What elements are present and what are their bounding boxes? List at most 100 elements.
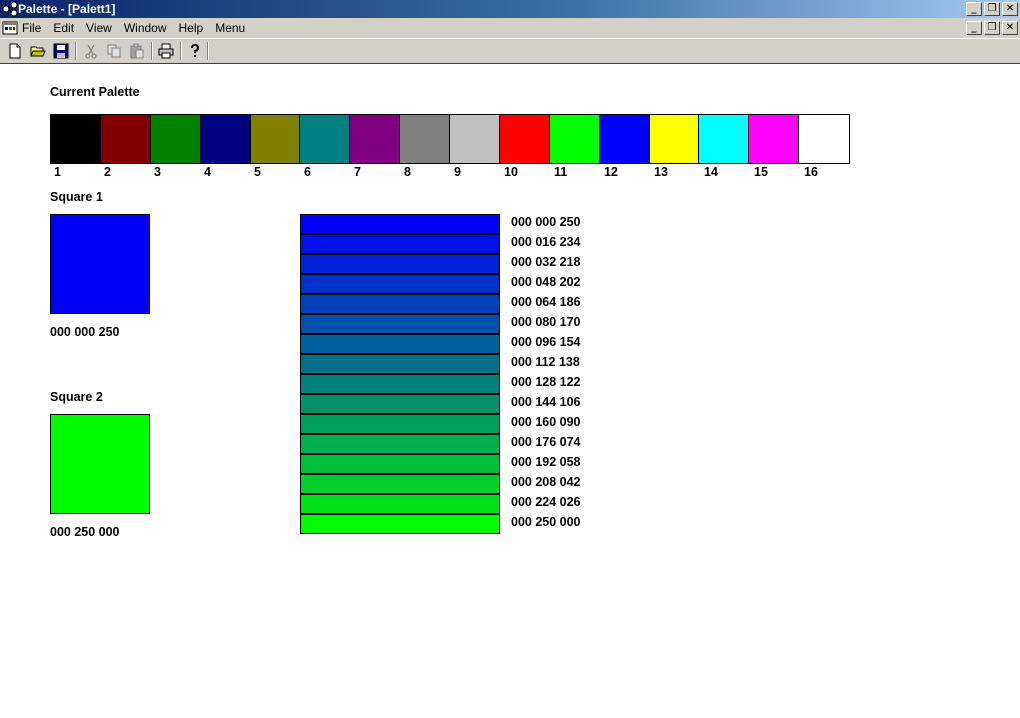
window-title: Palette - [Palett1] — [18, 2, 116, 16]
gradient-value: 000 250 000 — [511, 515, 581, 529]
palette-swatch-8[interactable] — [400, 115, 450, 163]
minimize-button[interactable]: _ — [966, 2, 982, 16]
palette-swatch-5[interactable] — [250, 115, 301, 163]
palette-swatch-12[interactable] — [599, 115, 650, 163]
palette-number: 10 — [504, 165, 518, 179]
paste-icon — [130, 43, 144, 59]
close-icon: ✕ — [1005, 22, 1015, 33]
gradient-swatch[interactable] — [300, 294, 500, 314]
gradient-swatch[interactable] — [300, 354, 500, 374]
gradient-swatch[interactable] — [300, 334, 500, 354]
toolbar-border — [0, 63, 1020, 64]
current-palette-label: Current Palette — [50, 85, 140, 99]
toolbar-separator — [75, 42, 77, 60]
menu-help[interactable]: Help — [179, 21, 204, 35]
gradient-value: 000 000 250 — [511, 215, 581, 229]
gradient-swatch[interactable] — [300, 234, 500, 254]
palette-swatch-14[interactable] — [699, 115, 750, 163]
palette-swatch-2[interactable] — [100, 115, 151, 163]
gradient-value: 000 048 202 — [511, 275, 581, 289]
palette-number: 5 — [254, 165, 261, 179]
square1-swatch[interactable] — [50, 214, 150, 314]
menu-window[interactable]: Window — [124, 21, 167, 35]
open-icon — [30, 46, 46, 57]
palette-swatch-10[interactable] — [499, 115, 550, 163]
gradient-value: 000 064 186 — [511, 295, 581, 309]
gradient-value: 000 032 218 — [511, 255, 581, 269]
palette-number: 14 — [704, 165, 718, 179]
document-icon[interactable] — [2, 20, 18, 36]
toolbar-separator — [207, 42, 209, 60]
palette-number: 7 — [354, 165, 361, 179]
menu-view[interactable]: View — [86, 21, 112, 35]
minimize-icon: _ — [971, 22, 977, 33]
close-icon: ✕ — [1005, 3, 1015, 14]
palette-numbers: 1 2 3 4 5 6 7 8 9 10 11 12 13 14 15 16 — [50, 165, 850, 181]
copy-icon — [107, 44, 121, 58]
menu-menu[interactable]: Menu — [215, 21, 245, 35]
palette-number: 1 — [54, 165, 61, 179]
palette-swatch-13[interactable] — [649, 115, 700, 163]
gradient-swatch[interactable] — [300, 414, 500, 434]
gradient-value: 000 144 106 — [511, 395, 581, 409]
palette-swatch-7[interactable] — [350, 115, 401, 163]
doc-restore-button[interactable]: ❐ — [984, 21, 1000, 35]
help-button[interactable] — [184, 41, 206, 61]
restore-button[interactable]: ❐ — [984, 2, 1000, 16]
gradient-swatch[interactable] — [300, 254, 500, 274]
gradient-value: 000 224 026 — [511, 495, 581, 509]
gradient-swatch[interactable] — [300, 434, 500, 454]
copy-button[interactable] — [103, 41, 125, 61]
new-icon — [9, 43, 21, 59]
gradient-value: 000 192 058 — [511, 455, 581, 469]
square1-label: Square 1 — [50, 190, 103, 204]
open-button[interactable] — [27, 41, 49, 61]
cut-icon — [85, 44, 97, 59]
palette-app-icon[interactable] — [2, 1, 18, 17]
palette-strip — [50, 114, 850, 164]
palette-number: 11 — [554, 165, 568, 179]
save-button[interactable] — [50, 41, 72, 61]
gradient-swatch[interactable] — [300, 394, 500, 414]
toolbar-separator — [151, 42, 153, 60]
gradient-swatch[interactable] — [300, 314, 500, 334]
menu-edit[interactable]: Edit — [53, 21, 74, 35]
palette-number: 3 — [154, 165, 161, 179]
cut-button[interactable] — [80, 41, 102, 61]
square1-value: 000 000 250 — [50, 325, 120, 339]
gradient-swatch[interactable] — [300, 454, 500, 474]
new-button[interactable] — [4, 41, 26, 61]
print-button[interactable] — [155, 41, 177, 61]
palette-swatch-6[interactable] — [300, 115, 351, 163]
doc-close-button[interactable]: ✕ — [1002, 21, 1018, 35]
gradient-swatch[interactable] — [300, 274, 500, 294]
gradient-value: 000 160 090 — [511, 415, 581, 429]
doc-minimize-button[interactable]: _ — [966, 21, 982, 35]
palette-swatch-11[interactable] — [549, 115, 600, 163]
menu-bar: File Edit View Window Help Menu _ ❐ ✕ — [0, 18, 1020, 38]
palette-swatch-16[interactable] — [799, 115, 849, 163]
gradient-swatch[interactable] — [300, 374, 500, 394]
gradient-value: 000 096 154 — [511, 335, 581, 349]
menu-file[interactable]: File — [22, 21, 41, 35]
gradient-value: 000 208 042 — [511, 475, 581, 489]
gradient-swatch[interactable] — [300, 494, 500, 514]
square2-swatch[interactable] — [50, 414, 150, 514]
close-button[interactable]: ✕ — [1002, 2, 1018, 16]
restore-icon: ❐ — [987, 3, 997, 14]
gradient-swatch[interactable] — [300, 214, 500, 234]
palette-number: 9 — [454, 165, 461, 179]
palette-number: 8 — [404, 165, 411, 179]
palette-swatch-4[interactable] — [200, 115, 251, 163]
toolbar-separator — [180, 42, 182, 60]
gradient-swatch[interactable] — [300, 474, 500, 494]
title-bar[interactable]: Palette - [Palett1] _ ❐ ✕ — [0, 0, 1020, 18]
palette-swatch-15[interactable] — [749, 115, 800, 163]
palette-number: 4 — [204, 165, 211, 179]
palette-swatch-9[interactable] — [450, 115, 500, 163]
gradient-swatch[interactable] — [300, 514, 500, 534]
palette-swatch-3[interactable] — [150, 115, 201, 163]
palette-number: 15 — [754, 165, 768, 179]
palette-swatch-1[interactable] — [51, 115, 101, 163]
paste-button[interactable] — [126, 41, 148, 61]
